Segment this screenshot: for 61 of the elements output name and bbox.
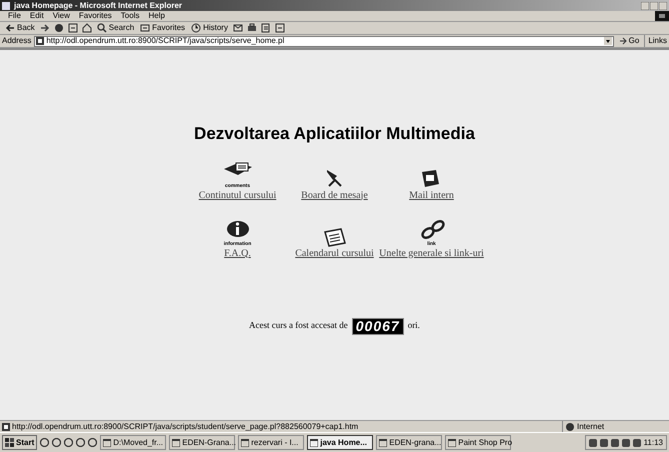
address-label: Address [2, 35, 32, 47]
maximize-button[interactable] [650, 2, 658, 10]
window-title: java Homepage - Microsoft Internet Explorer [14, 0, 184, 12]
visit-counter: 00067 [352, 318, 404, 334]
clock-icon [191, 23, 202, 33]
window-icon [310, 438, 318, 446]
windows-logo-icon [655, 11, 669, 21]
menu-item[interactable]: File [8, 10, 21, 22]
link[interactable]: Calendarul cursului [295, 248, 374, 260]
minimize-button[interactable] [641, 2, 649, 10]
link[interactable]: F.A.Q. [224, 248, 251, 260]
counter-text: Acest curs a fost accesat de [249, 319, 348, 332]
mail-icon[interactable] [232, 23, 243, 33]
taskbar-button[interactable]: EDEN-Grana... [169, 435, 236, 450]
window-icon [448, 438, 456, 446]
home-icon[interactable] [82, 23, 92, 33]
zone-text: Internet [577, 420, 604, 432]
taskbar-button[interactable]: D:\Moved_fr... [100, 435, 166, 450]
window-icon [103, 438, 112, 446]
window-icon [379, 438, 388, 446]
page-title: Dezvoltarea Aplicatiilor Multimedia [194, 123, 475, 145]
counter-text: ori. [408, 319, 420, 332]
clock: 11:13 [644, 436, 663, 448]
document-icon[interactable] [260, 23, 271, 33]
taskbar-button[interactable]: EDEN-grana... [376, 435, 442, 450]
dropdown-arrow-icon [604, 37, 612, 45]
printer-icon[interactable] [246, 23, 257, 33]
search-icon [96, 23, 107, 33]
menu-item[interactable]: Edit [30, 10, 44, 22]
link[interactable]: Unelte generale si link-uri [379, 248, 484, 260]
go-button[interactable]: Go [616, 35, 642, 47]
back-arrow-icon [5, 23, 15, 33]
taskbar-button[interactable]: rezervari - I... [238, 435, 304, 450]
start-button[interactable]: Start [2, 435, 38, 450]
search-button[interactable]: Search [96, 22, 136, 34]
link[interactable]: Board de mesaje [301, 190, 368, 202]
folder-icon [140, 23, 150, 33]
menu-item[interactable]: Tools [120, 10, 140, 22]
address-field[interactable]: http://odl.opendrum.utt.ro:8900/SCRIPT/java/scripts/serve_home.pl [34, 36, 614, 46]
ie-icon [2, 2, 10, 10]
menu-item[interactable]: Favorites [78, 10, 112, 22]
taskbar-button[interactable]: java Home... [307, 435, 374, 450]
go-arrow-icon [618, 37, 627, 45]
globe-icon [566, 422, 574, 430]
back-button[interactable]: Back [4, 22, 36, 34]
link[interactable]: Continutul cursului [198, 190, 276, 202]
taskbar-button[interactable]: Paint Shop Pro [445, 435, 512, 450]
stop-icon[interactable] [54, 23, 64, 33]
windows-logo-icon [5, 438, 14, 447]
page-icon [36, 37, 44, 45]
history-button[interactable]: History [190, 22, 229, 34]
menu-item[interactable]: View [52, 10, 70, 22]
link[interactable]: Mail intern [409, 190, 454, 202]
window-icon [241, 438, 250, 446]
status-text: http://odl.opendrum.utt.ro:8900/SCRIPT/java/scripts/student/serve_page.pl?882560079+cap1.htm [12, 420, 360, 432]
forward-arrow-icon[interactable] [40, 23, 50, 33]
menu-item[interactable]: Help [148, 10, 165, 22]
document-icon[interactable] [274, 23, 285, 33]
favorites-button[interactable]: Favorites [139, 22, 186, 34]
window-icon [172, 438, 180, 446]
links-button[interactable]: Links [644, 35, 667, 47]
